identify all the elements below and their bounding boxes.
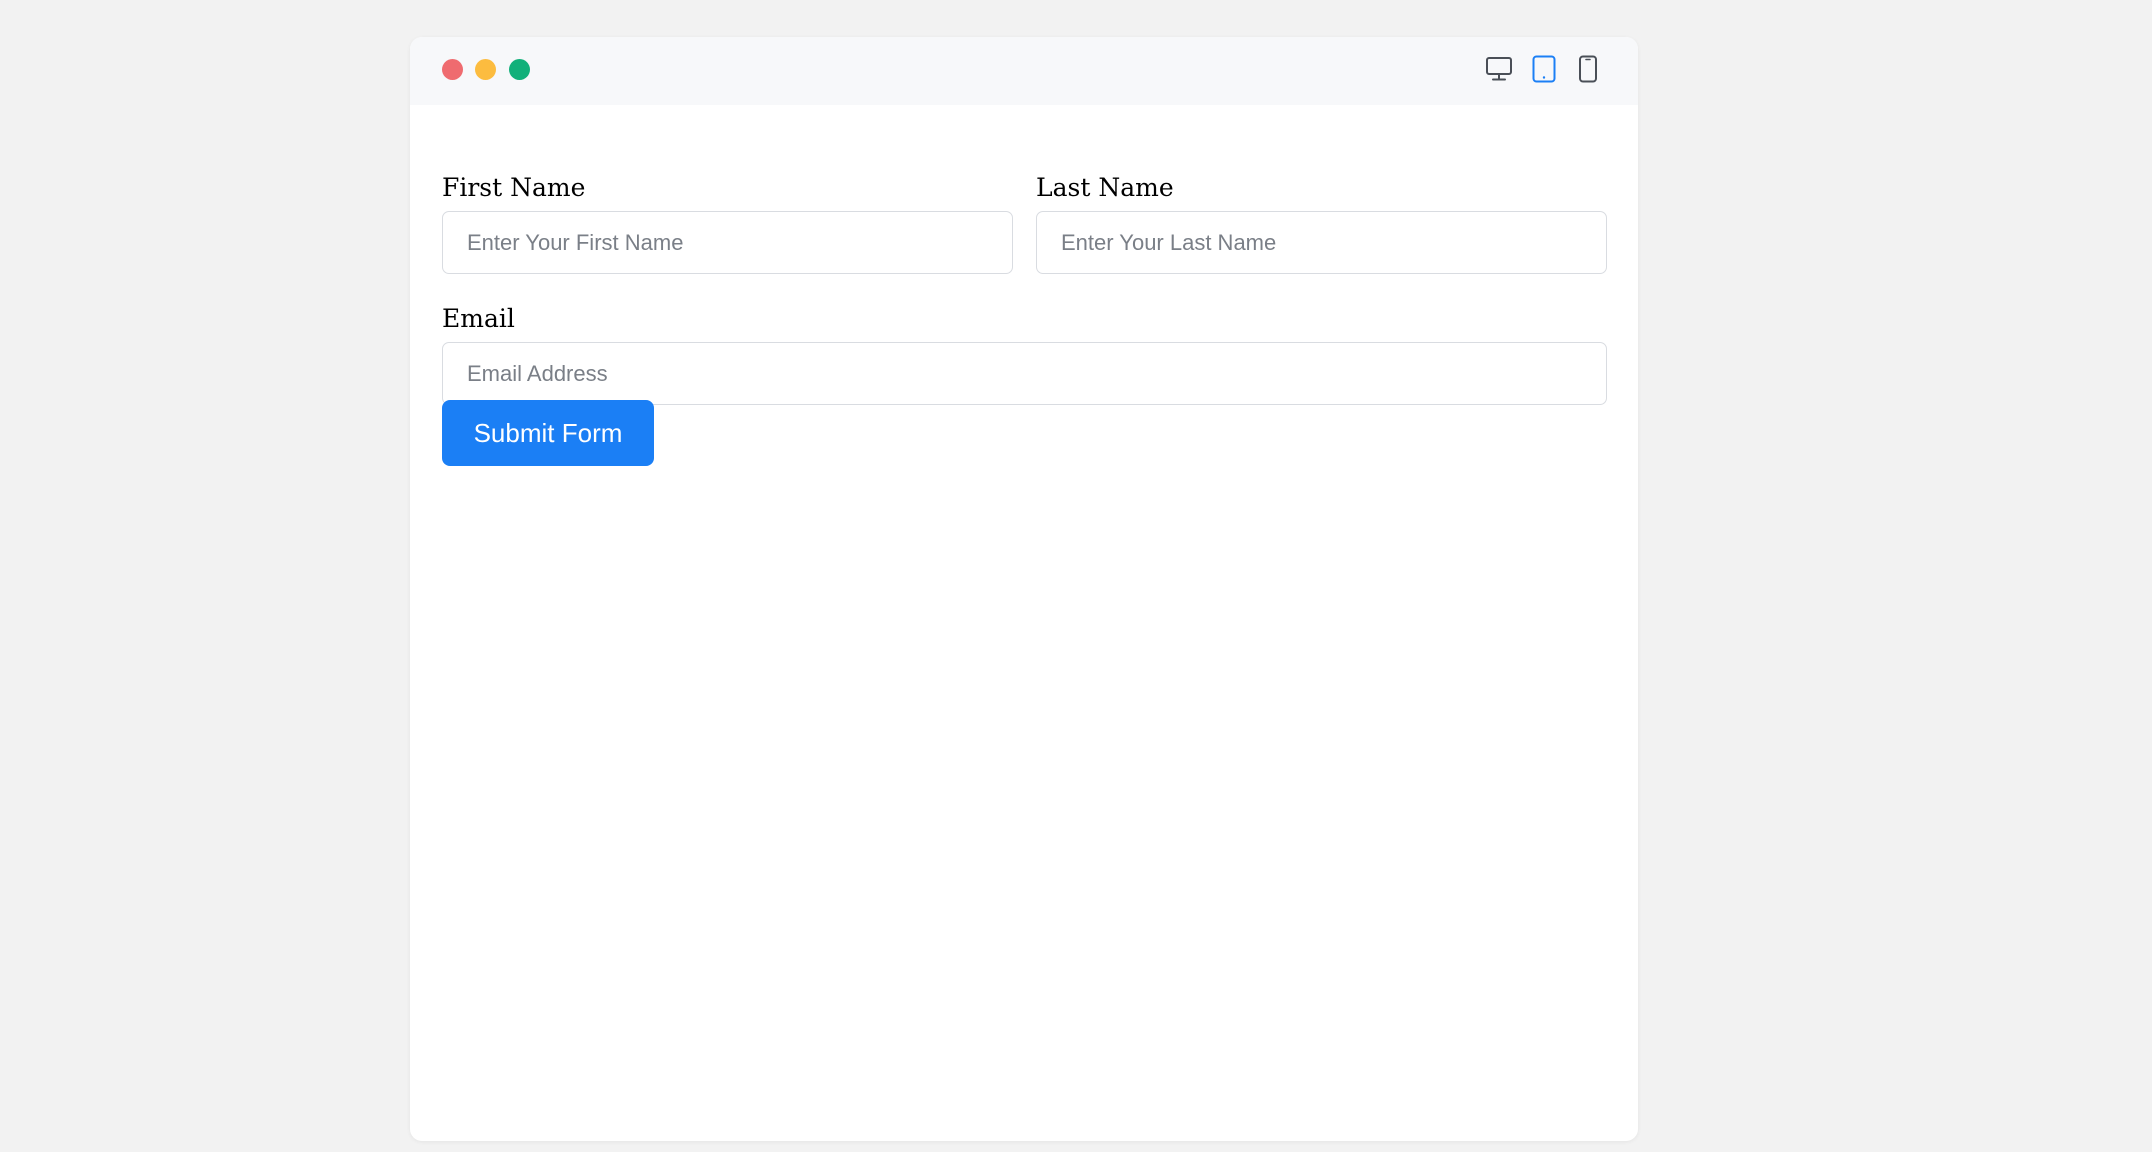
last-name-label: Last Name bbox=[1036, 173, 1174, 202]
maximize-window-button[interactable] bbox=[509, 59, 530, 80]
minimize-window-button[interactable] bbox=[475, 59, 496, 80]
preview-window: First Name Last Name Email Submit Form bbox=[410, 37, 1638, 1141]
mobile-icon[interactable] bbox=[1572, 53, 1604, 85]
window-titlebar bbox=[410, 37, 1638, 105]
first-name-label: First Name bbox=[442, 173, 586, 202]
desktop-icon[interactable] bbox=[1483, 53, 1515, 85]
tablet-icon[interactable] bbox=[1528, 53, 1560, 85]
email-label: Email bbox=[442, 304, 515, 333]
first-name-input[interactable] bbox=[442, 211, 1013, 274]
close-window-button[interactable] bbox=[442, 59, 463, 80]
submit-form-button[interactable]: Submit Form bbox=[442, 400, 654, 466]
last-name-input[interactable] bbox=[1036, 211, 1607, 274]
email-input[interactable] bbox=[442, 342, 1607, 405]
